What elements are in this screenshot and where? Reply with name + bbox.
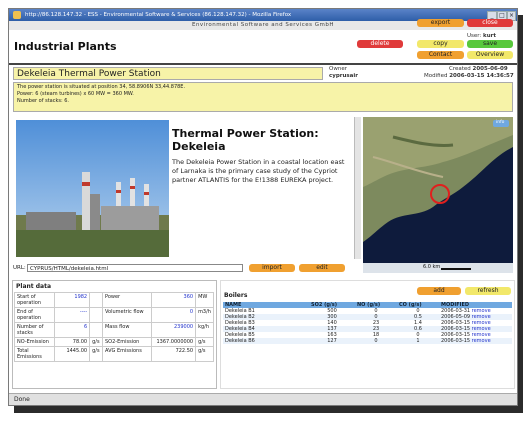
value-total-emissions: 1445.00 — [53, 346, 91, 362]
modified-cell: 2006-03-15 remove — [439, 338, 512, 344]
refresh-button[interactable]: refresh — [465, 287, 511, 295]
value-avg-emissions: 722.50 — [150, 346, 197, 362]
label-so2-emission: SO2-Emission — [101, 337, 152, 347]
status-bar: Done — [9, 393, 517, 405]
plant-data-table: Start of operation 1982 Power 360 MW End… — [14, 292, 214, 362]
unit — [89, 307, 103, 323]
created-value: 2005-06-09 — [472, 66, 508, 72]
unit: g/s — [89, 337, 103, 347]
save-button[interactable]: save — [467, 40, 513, 48]
boilers-title: Boilers — [224, 292, 248, 299]
value-so2-emission: 1367.0000000 — [150, 337, 197, 347]
unit — [89, 292, 103, 308]
created-label: Created — [449, 66, 471, 72]
window-title: http://86.128.147.32 - ESS - Environment… — [25, 12, 292, 18]
value-stacks[interactable]: 6 — [53, 322, 91, 338]
unit: g/s — [195, 346, 214, 362]
unit: MW — [195, 292, 214, 308]
unit — [89, 322, 103, 338]
map-info-badge[interactable]: info — [496, 120, 504, 125]
label-no-emission: NO-Emission — [14, 337, 55, 347]
value-power[interactable]: 360 — [150, 292, 197, 308]
power-station-photo — [16, 120, 169, 257]
owner-value: cyprusair — [329, 73, 358, 79]
label-power: Power — [101, 292, 152, 308]
created-info: Created 2005-06-09 — [449, 66, 508, 72]
content-scrollbar[interactable] — [354, 117, 361, 259]
info-line: Power: 6 (steam turbines) x 60 MW = 360 … — [17, 91, 134, 97]
label-mass-flow: Mass flow — [101, 322, 152, 338]
add-boiler-button[interactable]: add — [417, 287, 461, 295]
value-volumetric-flow[interactable]: 0 — [150, 307, 197, 323]
browser-window: http://86.128.147.32 - ESS - Environment… — [8, 8, 518, 406]
edit-button[interactable]: edit — [299, 264, 345, 272]
boilers-panel: Boilers add refresh NAME SO2 (g/s) NO (g… — [220, 280, 515, 389]
page-title: Industrial Plants — [14, 40, 117, 53]
modified-date: 2006-03-15 — [441, 338, 471, 344]
unit: g/s — [89, 346, 103, 362]
export-button[interactable]: export — [417, 19, 464, 27]
user-info: User: kurt — [467, 33, 496, 39]
user-label: User: — [467, 33, 482, 39]
overview-button[interactable]: Overview — [467, 51, 513, 59]
label-total-emissions: Total Emissions — [14, 346, 55, 362]
table-row[interactable]: Dekeleia B6 127 0 1 2006-03-15 remove — [223, 338, 512, 344]
firefox-icon — [13, 11, 21, 19]
owner-label: Owner — [329, 66, 347, 72]
divider — [9, 63, 517, 65]
plant-name-field[interactable]: Dekeleia Thermal Power Station — [13, 67, 323, 80]
url-label: URL: — [13, 265, 26, 271]
modified-label: Modified — [424, 73, 448, 79]
label-avg-emissions: AVG Emissions — [101, 346, 152, 362]
import-button[interactable]: import — [249, 264, 295, 272]
plant-data-panel: Plant data Start of operation 1982 Power… — [12, 280, 217, 389]
modified-info: Modified 2006-03-15 14:36:57 — [424, 73, 514, 79]
modified-value: 2006-03-15 14:36:57 — [449, 73, 514, 79]
remove-link[interactable]: remove — [472, 338, 491, 344]
co-value: 1 — [397, 338, 439, 344]
content-heading: Thermal Power Station: Dekeleia — [172, 127, 319, 153]
info-line: Number of stacks: 6. — [17, 98, 70, 104]
unit: m3/h — [195, 307, 214, 323]
contact-button[interactable]: Contact — [417, 51, 464, 59]
value-no-emission: 78.00 — [53, 337, 91, 347]
label-volumetric-flow: Volumetric flow — [101, 307, 152, 323]
satellite-map[interactable]: info 6.0 km — [363, 117, 513, 273]
unit: g/s — [195, 337, 214, 347]
value-mass-flow[interactable]: 239000 — [150, 322, 197, 338]
boiler-name[interactable]: Dekeleia B6 — [223, 338, 309, 344]
value-start[interactable]: 1982 — [53, 292, 91, 308]
unit: kg/h — [195, 322, 214, 338]
boilers-table: NAME SO2 (g/s) NO (g/s) CO (g/s) MODIFIE… — [223, 302, 512, 344]
plant-info-box[interactable]: The power station is situated at positio… — [13, 82, 513, 112]
plant-data-title: Plant data — [16, 283, 51, 290]
so2-value: 127 — [309, 338, 355, 344]
label-stacks: Number of stacks — [14, 322, 55, 338]
description-content: Thermal Power Station: Dekeleia The Deke… — [172, 127, 352, 185]
map-scale: 6.0 km — [423, 264, 441, 270]
value-end[interactable]: ---- — [53, 307, 91, 323]
label-end: End of operation — [14, 307, 55, 323]
url-input[interactable]: CYPRUS/HTML/dekeleia.html — [27, 264, 243, 272]
no-value: 0 — [355, 338, 397, 344]
delete-button[interactable]: delete — [357, 40, 403, 48]
close-button[interactable]: close — [467, 19, 513, 27]
copy-button[interactable]: copy — [417, 40, 464, 48]
label-start: Start of operation — [14, 292, 55, 308]
info-line: The power station is situated at positio… — [17, 84, 186, 90]
content-paragraph: The Dekeleia Power Station in a coastal … — [172, 158, 345, 184]
user-name: kurt — [483, 33, 496, 39]
